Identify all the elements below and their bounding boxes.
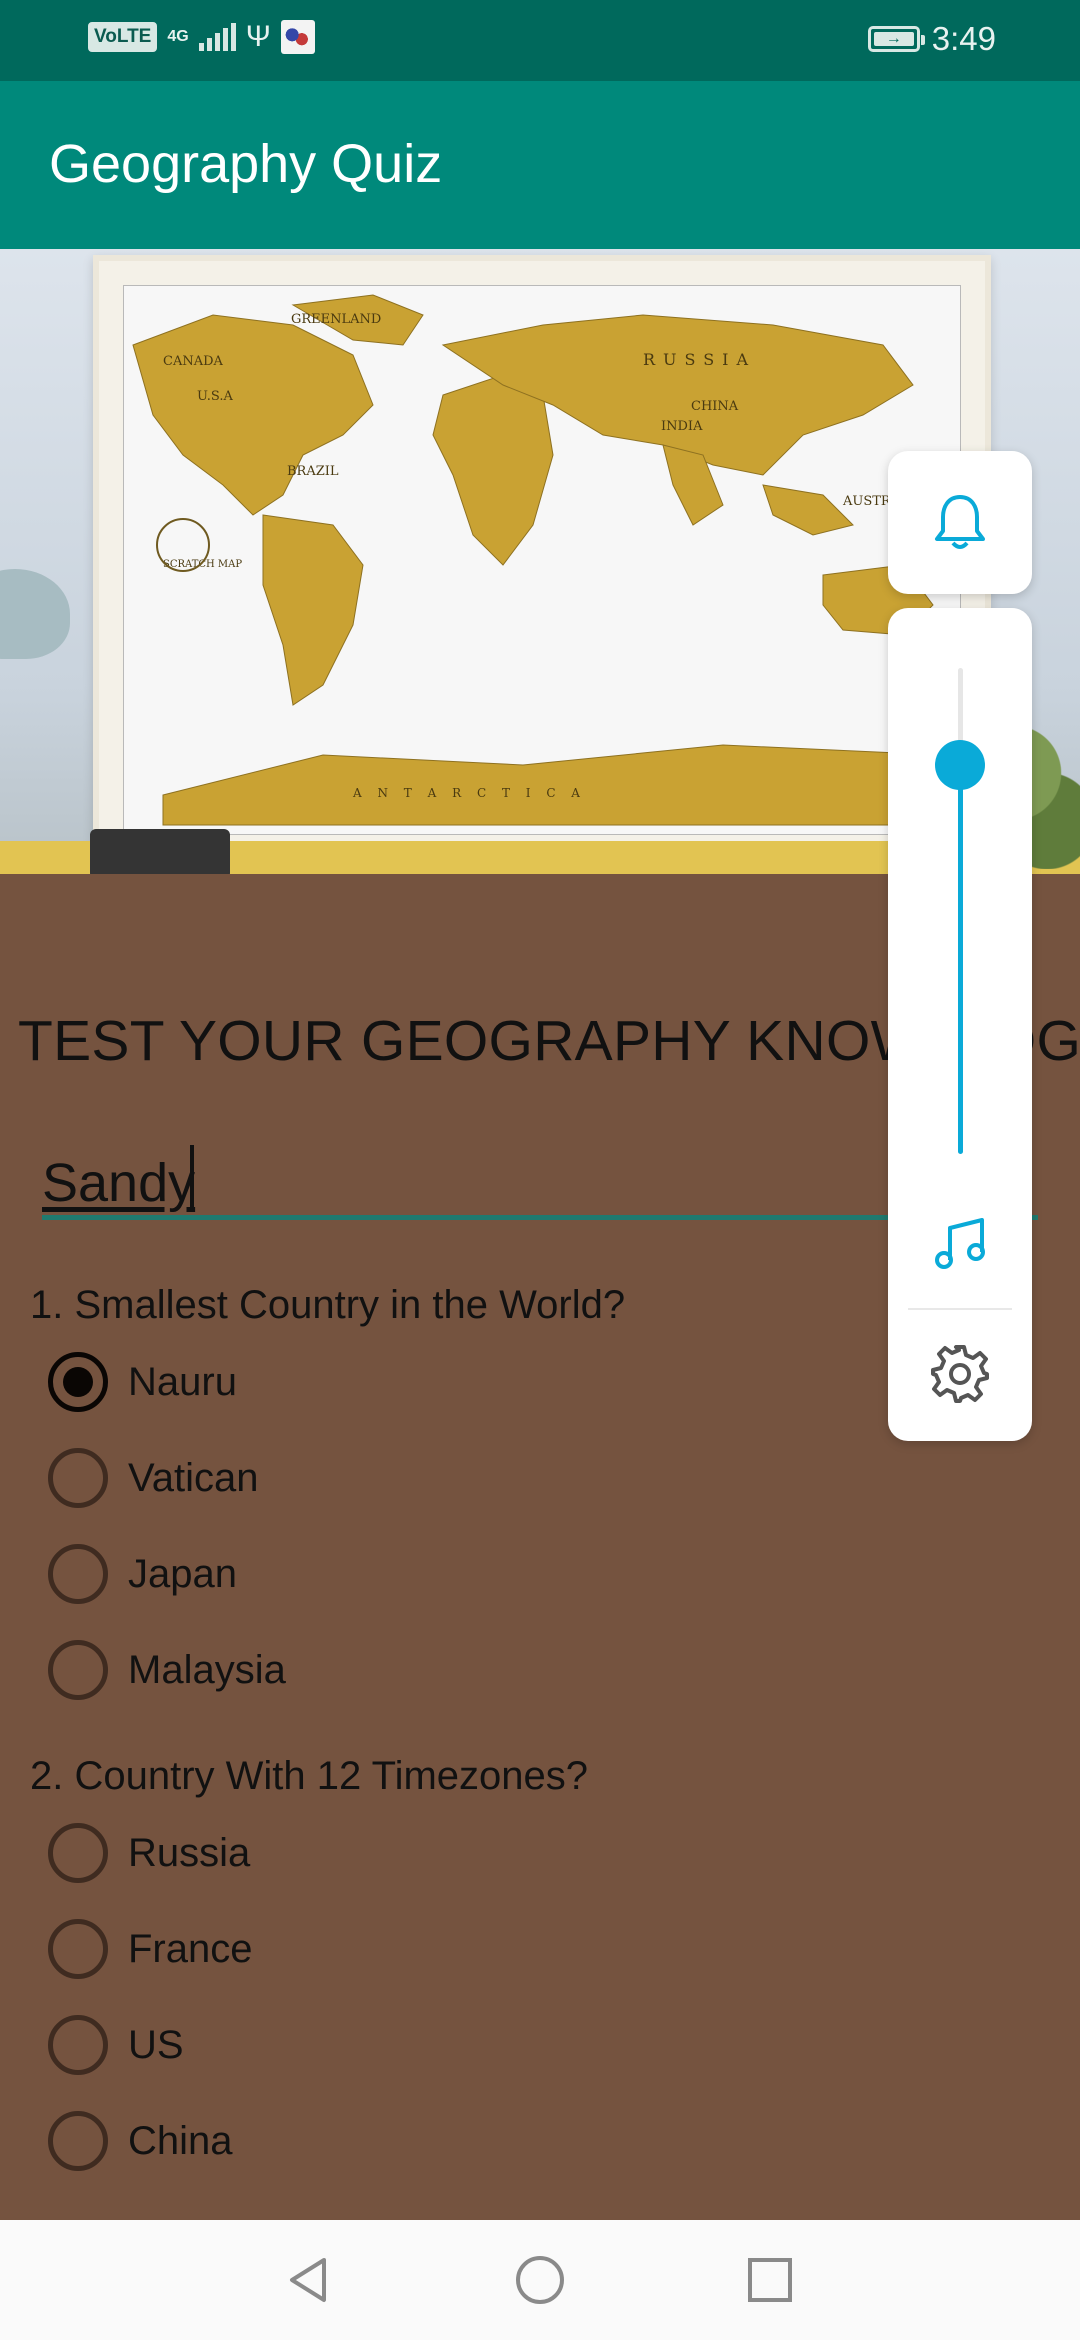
map-label-canada: CANADA xyxy=(163,354,224,369)
option-label: US xyxy=(128,2022,184,2067)
ringer-mode-button[interactable] xyxy=(888,451,1032,594)
option-label: Vatican xyxy=(128,1455,259,1500)
option-label: France xyxy=(128,1926,253,1971)
option-label: China xyxy=(128,2118,233,2163)
radio-button[interactable] xyxy=(48,2015,108,2075)
app-notification-icon xyxy=(280,20,315,54)
usb-icon: Ψ xyxy=(245,20,271,53)
map-label-india: INDIA xyxy=(661,419,703,434)
volume-panel-divider xyxy=(908,1308,1012,1310)
home-button[interactable] xyxy=(508,2248,572,2312)
text-caret xyxy=(190,1145,194,1209)
music-note-icon xyxy=(935,1218,985,1269)
option-label: Malaysia xyxy=(128,1647,286,1692)
radio-button[interactable] xyxy=(48,1448,108,1508)
gear-icon xyxy=(931,1345,989,1403)
status-left-icons: VoLTE 4G Ψ xyxy=(88,20,315,54)
q2-option-france[interactable]: France xyxy=(48,1917,253,1981)
map-label-russia: RUSSIA xyxy=(643,350,756,369)
radio-button[interactable] xyxy=(48,1544,108,1604)
q1-option-japan[interactable]: Japan xyxy=(48,1542,237,1606)
camera-decoration xyxy=(90,829,230,874)
q2-option-us[interactable]: US xyxy=(48,2013,184,2077)
sound-settings-button[interactable] xyxy=(924,1338,996,1410)
world-map-illustration: GREENLAND CANADA U.S.A RUSSIA CHINA INDI… xyxy=(123,285,961,835)
status-right-icons: → 3:49 xyxy=(867,20,996,58)
navigation-bar xyxy=(0,2220,1080,2340)
signal-icon xyxy=(198,23,236,51)
volte-icon: VoLTE xyxy=(88,22,158,52)
clock: 3:49 xyxy=(931,20,996,57)
app-title: Geography Quiz xyxy=(49,134,443,194)
q2-option-russia[interactable]: Russia xyxy=(48,1821,250,1885)
volume-panel xyxy=(888,608,1032,1441)
q1-option-malaysia[interactable]: Malaysia xyxy=(48,1638,286,1702)
back-icon xyxy=(290,2258,326,2302)
network-type-label: 4G xyxy=(167,28,189,45)
map-frame: GREENLAND CANADA U.S.A RUSSIA CHINA INDI… xyxy=(93,255,991,865)
volume-slider-fill xyxy=(958,765,963,1154)
name-input-value[interactable]: Sandy xyxy=(42,1152,195,1214)
option-label: Japan xyxy=(128,1551,237,1596)
map-label-brazil: BRAZIL xyxy=(287,464,339,479)
home-icon xyxy=(516,2256,564,2304)
recents-button[interactable] xyxy=(738,2248,802,2312)
q2-option-china[interactable]: China xyxy=(48,2109,233,2173)
radio-button-checked[interactable] xyxy=(48,1352,108,1412)
lamp-decoration xyxy=(0,569,70,659)
volume-slider-thumb[interactable] xyxy=(935,740,985,791)
radio-button[interactable] xyxy=(48,1823,108,1883)
map-label-china: CHINA xyxy=(691,399,739,414)
bell-icon xyxy=(935,494,985,549)
option-label: Russia xyxy=(128,1830,251,1875)
radio-button[interactable] xyxy=(48,1640,108,1700)
q1-option-vatican[interactable]: Vatican xyxy=(48,1446,258,1510)
app-bar: Geography Quiz xyxy=(0,81,1080,249)
map-label-greenland: GREENLAND xyxy=(291,312,381,327)
back-button[interactable] xyxy=(276,2248,340,2312)
q1-option-nauru[interactable]: Nauru xyxy=(48,1350,237,1414)
media-volume-button[interactable] xyxy=(924,1208,996,1280)
question-1-label: 1. Smallest Country in the World? xyxy=(30,1283,626,1327)
question-2-label: 2. Country With 12 Timezones? xyxy=(30,1754,589,1798)
map-label-usa: U.S.A xyxy=(197,389,233,404)
status-bar: VoLTE 4G Ψ → 3:49 xyxy=(0,0,1080,81)
battery-charging-icon: → xyxy=(867,26,925,52)
option-label: Nauru xyxy=(128,1359,237,1404)
map-label-antarctica: A N T A R C T I C A xyxy=(352,786,586,800)
radio-button[interactable] xyxy=(48,2111,108,2171)
recents-icon xyxy=(748,2258,792,2302)
radio-button[interactable] xyxy=(48,1919,108,1979)
